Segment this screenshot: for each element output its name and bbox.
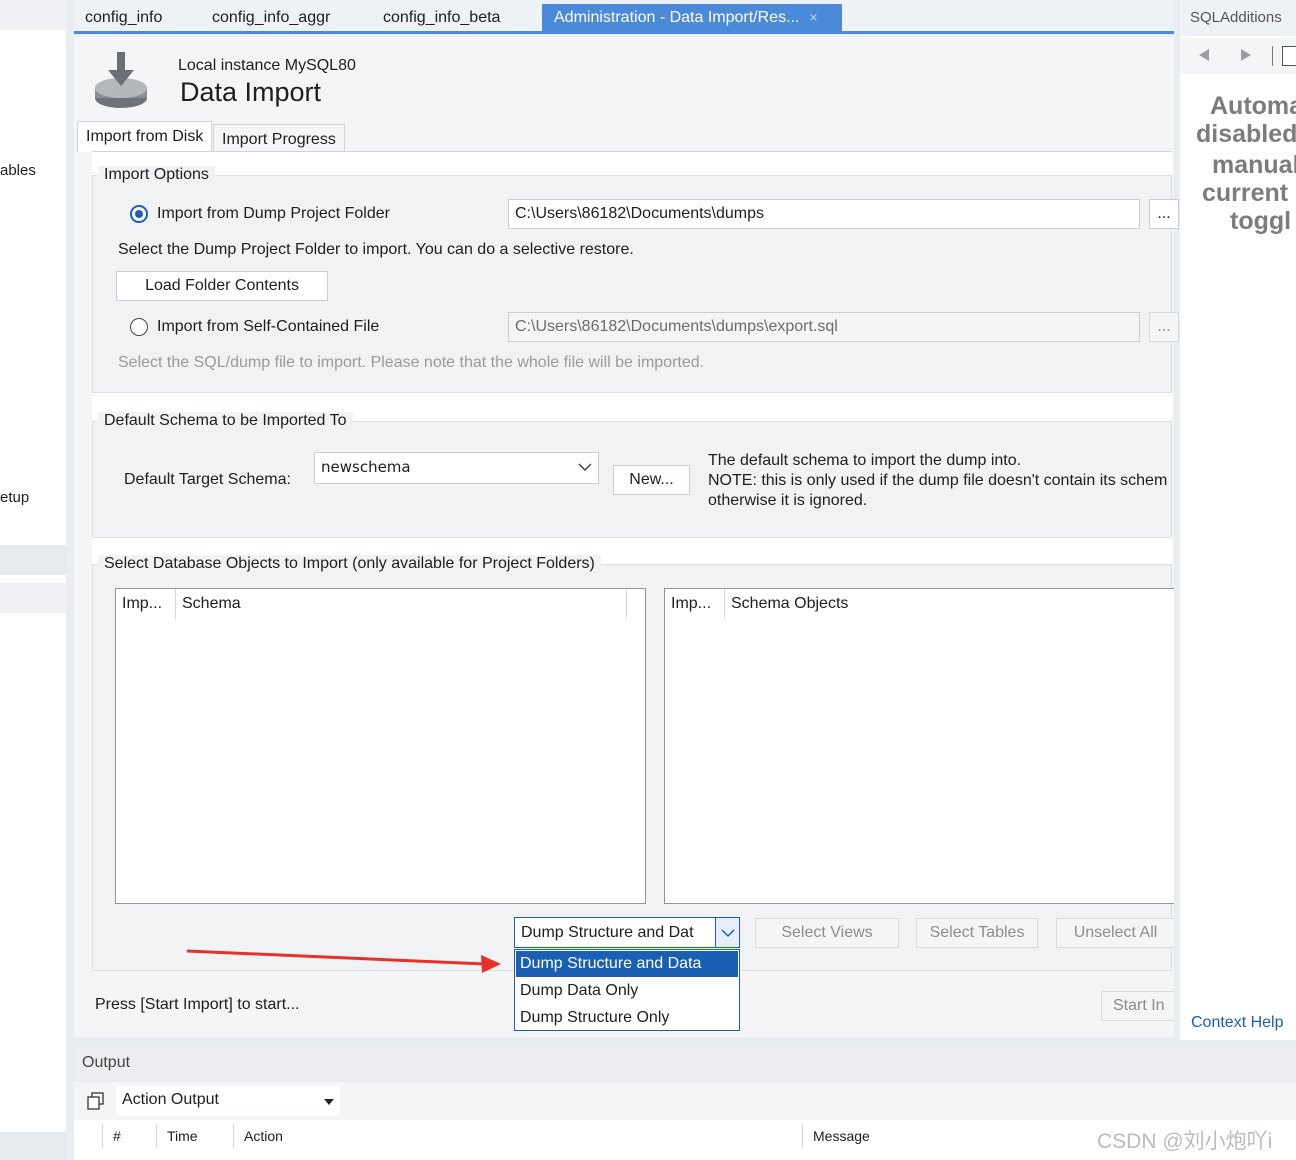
status-text: Press [Start Import] to start... <box>95 996 300 1013</box>
folder-hint: Select the Dump Project Folder to import… <box>118 241 634 258</box>
sql-additions-title: SQLAdditions <box>1190 9 1282 26</box>
start-import-button[interactable]: Start In <box>1101 991 1174 1021</box>
default-schema-title: Default Schema to be Imported To <box>98 412 353 430</box>
chevron-down-icon <box>721 929 735 938</box>
output-header: Output <box>74 1048 1296 1080</box>
help-line-5: toggl <box>1230 207 1292 235</box>
file-path-input[interactable]: C:\Users\86182\Documents\dumps\export.sq… <box>508 312 1140 342</box>
file-hint: Select the SQL/dump file to import. Plea… <box>118 354 705 371</box>
option-dump-data-only[interactable]: Dump Data Only <box>516 978 738 1004</box>
watermark: CSDN @刘小炮吖i <box>1097 1130 1273 1153</box>
help-line-2: disabled <box>1196 120 1296 148</box>
sql-additions-toolbar <box>1180 38 1296 74</box>
option-dump-structure-only[interactable]: Dump Structure Only <box>516 1005 738 1031</box>
schema-list[interactable]: Imp... Schema <box>115 588 646 904</box>
schema-list-schema-header[interactable]: Schema <box>176 589 627 619</box>
sidebar-divider <box>0 545 66 575</box>
help-line-3: manual <box>1212 151 1296 179</box>
schema-note-line2: NOTE: this is only used if the dump file… <box>708 472 1168 489</box>
new-schema-button[interactable]: New... <box>613 465 690 495</box>
radio-self-contained-file[interactable] <box>130 318 148 336</box>
output-col-number[interactable]: # <box>102 1124 157 1148</box>
unselect-all-button[interactable]: Unselect All <box>1056 918 1174 948</box>
sidebar-section-header <box>0 583 66 613</box>
output-toolbar: Action Output <box>74 1082 1296 1120</box>
close-icon[interactable]: × <box>809 9 817 25</box>
tab-config-info-aggr[interactable]: config_info_aggr <box>212 4 330 31</box>
browse-file-button[interactable]: ... <box>1149 312 1179 342</box>
tab-data-import-label: Administration - Data Import/Res... <box>554 9 800 26</box>
objects-list-import-header[interactable]: Imp... <box>665 589 725 619</box>
output-title: Output <box>82 1054 137 1072</box>
output-type-select[interactable]: Action Output <box>116 1086 340 1116</box>
chevron-down-icon[interactable] <box>578 462 592 472</box>
default-schema-select[interactable]: newschema <box>314 452 599 484</box>
tab-import-from-disk[interactable]: Import from Disk <box>77 121 213 152</box>
dump-type-dropdown-button[interactable] <box>715 918 739 947</box>
dump-type-select[interactable]: Dump Structure and Dat <box>514 917 740 948</box>
sql-additions-panel: SQLAdditions Automa disabled manual curr… <box>1180 0 1296 1040</box>
toolbar-separator <box>1272 46 1273 66</box>
tab-config-info[interactable]: config_info <box>85 4 162 31</box>
dump-type-dropdown-list[interactable]: Dump Structure and Data Dump Data Only D… <box>514 949 740 1031</box>
dump-type-value: Dump Structure and Dat <box>521 924 694 941</box>
sidebar-item-setup[interactable]: etup <box>0 489 29 506</box>
output-col-time[interactable]: Time <box>156 1124 233 1148</box>
schema-note-line1: The default schema to import the dump in… <box>708 452 1022 469</box>
caret-down-icon <box>324 1099 334 1105</box>
copy-icon[interactable] <box>86 1091 106 1111</box>
forward-icon[interactable] <box>1240 48 1252 62</box>
browse-folder-button[interactable]: ... <box>1149 199 1179 229</box>
sidebar-header <box>0 0 66 30</box>
editor-tab-bar: config_info config_info_aggr config_info… <box>74 0 1174 34</box>
tab-import-progress[interactable]: Import Progress <box>213 124 345 152</box>
data-import-icon <box>95 52 147 108</box>
schema-objects-list[interactable]: Imp... Schema Objects <box>664 588 1174 904</box>
radio-dump-folder[interactable] <box>130 205 148 223</box>
help-line-1: Automa <box>1210 92 1296 120</box>
output-col-message[interactable]: Message <box>802 1124 1092 1148</box>
sidebar-bottom-bar <box>0 1132 66 1160</box>
context-help-tab[interactable]: Context Help <box>1191 1014 1284 1032</box>
tab-data-import[interactable]: Administration - Data Import/Res... × <box>542 4 842 31</box>
help-line-4: current <box>1202 179 1289 207</box>
select-views-button[interactable]: Select Views <box>755 918 899 948</box>
folder-path-input[interactable]: C:\Users\86182\Documents\dumps <box>508 199 1140 229</box>
left-sidebar: ables etup <box>0 0 66 1160</box>
sql-additions-header: SQLAdditions <box>1180 0 1296 36</box>
schema-list-import-header[interactable]: Imp... <box>116 589 176 619</box>
annotation-arrow <box>186 949 501 973</box>
page-title: Data Import <box>180 77 322 107</box>
schema-note-line3: otherwise it is ignored. <box>708 492 868 509</box>
tab-config-info-beta[interactable]: config_info_beta <box>383 4 500 31</box>
output-type-value: Action Output <box>122 1091 219 1108</box>
back-icon[interactable] <box>1198 48 1210 62</box>
option-dump-structure-and-data[interactable]: Dump Structure and Data <box>516 951 738 977</box>
snippet-icon[interactable] <box>1282 46 1296 66</box>
import-options-title: Import Options <box>98 166 215 184</box>
sidebar-item-tables[interactable]: ables <box>0 162 36 179</box>
objects-list-schema-objects-header[interactable]: Schema Objects <box>725 589 1175 619</box>
select-tables-button[interactable]: Select Tables <box>916 918 1038 948</box>
output-col-action[interactable]: Action <box>233 1124 803 1148</box>
database-objects-title: Select Database Objects to Import (only … <box>98 555 601 573</box>
instance-label: Local instance MySQL80 <box>178 57 356 74</box>
radio-self-contained-file-label[interactable]: Import from Self-Contained File <box>157 318 379 336</box>
radio-dump-folder-label[interactable]: Import from Dump Project Folder <box>157 205 390 223</box>
default-schema-value: newschema <box>321 458 411 476</box>
load-folder-contents-button[interactable]: Load Folder Contents <box>116 271 328 301</box>
default-target-schema-label: Default Target Schema: <box>124 471 291 488</box>
